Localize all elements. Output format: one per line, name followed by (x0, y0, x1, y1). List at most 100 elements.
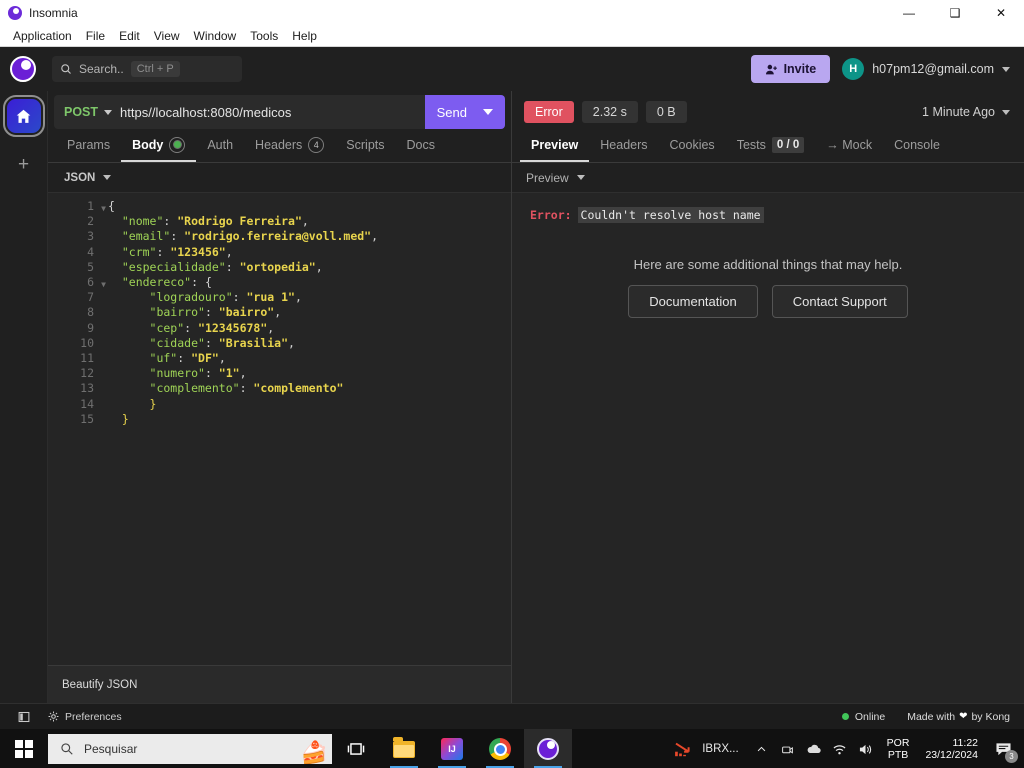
fold-chevron-icon[interactable]: ▼ (101, 277, 106, 292)
history-chevron-down-icon (1002, 109, 1010, 115)
tab-scripts[interactable]: Scripts (335, 129, 395, 162)
line-number-gutter: 1 ▼ 2 3 4 5 6 ▼ 7 8 9 10 11 12 13 14 15 (48, 199, 106, 665)
menu-item-file[interactable]: File (79, 27, 112, 45)
line-number: 2 (87, 214, 94, 229)
line-number: 14 (80, 396, 94, 411)
file-explorer-icon[interactable] (380, 729, 428, 768)
close-button[interactable]: ✕ (978, 0, 1024, 26)
beautify-json-button[interactable]: Beautify JSON (62, 679, 137, 691)
tab-mock[interactable]: → Mock (815, 129, 883, 162)
search-input[interactable]: Search.. Ctrl + P (52, 56, 242, 82)
google-chrome-icon[interactable] (476, 729, 524, 768)
line-number: 1 ▼ (48, 199, 106, 214)
tab-response-headers[interactable]: Headers (589, 129, 658, 162)
intellij-idea-icon[interactable]: IJ (428, 729, 476, 768)
tab-response-headers-label: Headers (600, 137, 648, 152)
code-token: : (204, 366, 219, 381)
code-token: "123456" (170, 244, 226, 259)
code-line: "logradouro": "rua 1", (108, 290, 511, 305)
editor-mode-label[interactable]: JSON (64, 172, 95, 184)
task-view-glyph (347, 743, 365, 755)
language-indicator[interactable]: POR PTB (879, 737, 918, 761)
maximize-button[interactable]: ❑ (932, 0, 978, 26)
clock[interactable]: 11:22 23/12/2024 (917, 737, 986, 761)
invite-button[interactable]: Invite (750, 55, 831, 83)
code-content[interactable]: { "nome": "Rodrigo Ferreira", "email": "… (100, 199, 511, 665)
editor-mode-chevron-down-icon[interactable] (103, 175, 112, 180)
tab-preview[interactable]: Preview (520, 129, 590, 162)
add-workspace-button[interactable]: + (9, 149, 39, 179)
home-icon[interactable] (2, 95, 45, 137)
preview-mode-label[interactable]: Preview (526, 171, 569, 185)
windows-start-icon[interactable] (0, 729, 48, 768)
tab-headers[interactable]: Headers 4 (244, 129, 335, 162)
send-button[interactable]: Send (424, 95, 505, 129)
avatar: H (842, 58, 865, 80)
response-status-row: Error 2.32 s 0 B 1 Minute Ago (524, 95, 1010, 129)
url-input[interactable]: https//localhost:8080/medicos (120, 105, 425, 120)
tab-tests[interactable]: Tests 0 / 0 (726, 129, 816, 162)
wifi-icon[interactable] (827, 729, 853, 768)
camera-icon[interactable] (775, 729, 801, 768)
taskbar-search-input[interactable]: Pesquisar 🍰 (48, 734, 332, 764)
send-chevron-down-icon[interactable] (483, 109, 493, 115)
code-token: "complemento" (253, 381, 344, 396)
menu-item-view[interactable]: View (147, 27, 187, 45)
request-body-editor[interactable]: 1 ▼ 2 3 4 5 6 ▼ 7 8 9 10 11 12 13 14 15 { "nome": "Rodri… (48, 193, 511, 665)
line-number: 15 (80, 411, 94, 426)
code-token: "numero" (108, 366, 205, 381)
documentation-button[interactable]: Documentation (628, 285, 758, 318)
stock-widget[interactable]: IBRX... (664, 740, 748, 758)
heart-icon: ❤ (959, 711, 968, 722)
line-number: 9 (87, 320, 94, 335)
code-token: : (204, 305, 219, 320)
preview-mode-chevron-down-icon[interactable] (576, 175, 585, 180)
menu-item-edit[interactable]: Edit (112, 27, 147, 45)
task-view-icon[interactable] (332, 729, 380, 768)
made-with-prefix: Made with (907, 710, 956, 723)
volume-icon[interactable] (853, 729, 879, 768)
insomnia-icon[interactable] (524, 729, 572, 768)
tab-body[interactable]: Body (121, 129, 197, 162)
tab-cookies[interactable]: Cookies (659, 129, 726, 162)
window-title: Insomnia (29, 6, 78, 20)
method-label[interactable]: POST (64, 105, 98, 119)
made-by-kong: Made with ❤ by Kong (907, 711, 1010, 723)
code-token: : (232, 290, 247, 305)
notification-icon[interactable]: 3 (986, 729, 1020, 768)
app-logo-icon[interactable] (10, 56, 36, 82)
code-token: , (239, 366, 247, 381)
sidebar-toggle-icon[interactable] (0, 711, 48, 723)
menu-item-application[interactable]: Application (6, 27, 79, 45)
menubar: Application File Edit View Window Tools … (0, 26, 1024, 47)
code-token: "email" (108, 229, 171, 244)
account-menu[interactable]: H h07pm12@gmail.com (842, 58, 1010, 80)
tab-auth[interactable]: Auth (196, 129, 244, 162)
preferences-label: Preferences (65, 710, 122, 723)
tab-docs[interactable]: Docs (396, 129, 446, 162)
code-token: : (163, 214, 178, 229)
windows-logo-glyph (15, 740, 33, 758)
body-status-badge (169, 136, 186, 153)
request-tabs: Params Body Auth Headers 4 Scripts Docs (48, 129, 511, 163)
menu-item-window[interactable]: Window (187, 27, 244, 45)
chevron-up-icon[interactable] (749, 729, 775, 768)
preferences-button[interactable]: Preferences (48, 711, 122, 723)
contact-support-button[interactable]: Contact Support (771, 285, 908, 318)
code-line: "email": "rodrigo.ferreira@voll.med", (108, 229, 511, 244)
fold-chevron-icon[interactable]: ▼ (101, 201, 106, 216)
menu-item-tools[interactable]: Tools (243, 27, 285, 45)
code-line: "endereco": { (108, 275, 511, 290)
code-line: "nome": "Rodrigo Ferreira", (108, 214, 511, 229)
insomnia-logo-icon (8, 6, 22, 20)
code-token: "rua 1" (246, 290, 295, 305)
onedrive-icon[interactable] (801, 729, 827, 768)
language-line1: POR (886, 737, 910, 749)
tab-console[interactable]: Console (883, 129, 951, 162)
response-history-dropdown[interactable]: 1 Minute Ago (922, 105, 1010, 119)
menu-item-help[interactable]: Help (285, 27, 324, 45)
tab-params[interactable]: Params (56, 129, 121, 162)
minimize-button[interactable]: — (886, 0, 932, 26)
method-chevron-down-icon[interactable] (104, 109, 113, 115)
code-token: "1" (218, 366, 240, 381)
